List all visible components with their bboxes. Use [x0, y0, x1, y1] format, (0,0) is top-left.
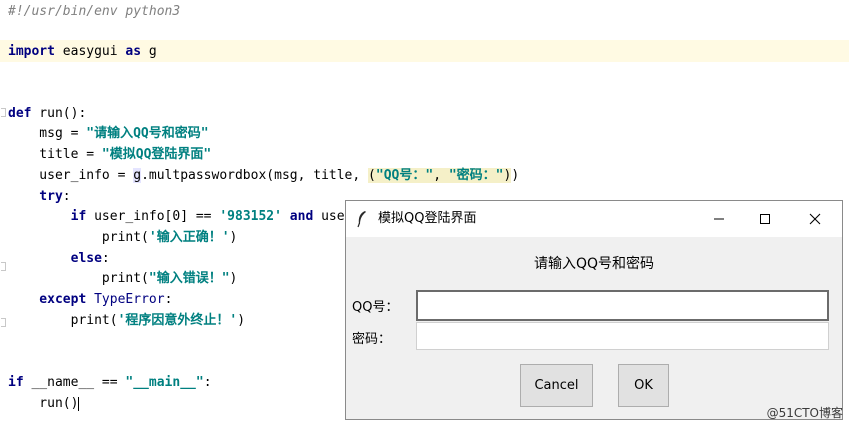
ok-button[interactable]: OK	[618, 364, 669, 407]
code-line: print('程序因意外终止！')	[8, 310, 245, 331]
code-line: if __name__ == "__main__":	[8, 372, 212, 393]
string-token: "密码："	[448, 168, 504, 183]
code-token: g	[141, 44, 157, 59]
code-token: msg =	[8, 126, 87, 141]
close-icon	[809, 213, 821, 225]
code-token: run()	[8, 396, 79, 411]
keyword-token: if	[8, 375, 24, 390]
code-token: __name__ ==	[23, 375, 126, 390]
close-button[interactable]	[792, 201, 838, 237]
keyword-token: def	[8, 106, 32, 121]
code-token: print(	[8, 271, 149, 286]
code-line: run()	[8, 393, 80, 414]
code-line: if user_info[0] == '983152' and user_i	[8, 206, 368, 227]
keyword-token: as	[125, 44, 142, 59]
dialog-title: 模拟QQ登陆界面	[378, 211, 477, 226]
maximize-button[interactable]	[742, 201, 788, 237]
keyword-token: and	[289, 209, 314, 224]
string-token: '程序因意外终止！'	[117, 313, 238, 328]
text-caret	[78, 396, 80, 411]
keyword-token: else	[8, 251, 102, 266]
feather-icon	[357, 211, 366, 228]
code-token: )	[229, 230, 238, 245]
code-line: import easygui as g	[8, 41, 157, 62]
code-token: ,	[433, 168, 449, 183]
cancel-button[interactable]: Cancel	[520, 364, 593, 407]
keyword-token: try	[8, 189, 63, 204]
fold-marker[interactable]	[1, 262, 6, 271]
code-token: g	[133, 168, 142, 183]
code-token: :	[164, 292, 173, 307]
code-line: try:	[8, 186, 71, 207]
code-token: .multpasswordbox(msg, title,	[141, 168, 369, 183]
code-line: except TypeError:	[8, 289, 172, 310]
code-token: title =	[8, 147, 102, 162]
watermark: @51CTO博客	[766, 406, 843, 420]
string-token: "输入错误！"	[148, 271, 230, 286]
code-line: user_info = g.multpasswordbox(msg, title…	[8, 165, 519, 186]
code-token: run():	[31, 106, 87, 121]
code-token: print(	[8, 230, 149, 245]
code-line: print('输入正确！')	[8, 227, 237, 248]
keyword-token: import	[8, 44, 55, 59]
code-line: def run():	[8, 103, 86, 124]
code-token: easygui	[54, 44, 126, 59]
code-token: :	[62, 189, 71, 204]
keyword-token: except	[8, 292, 87, 307]
code-line: else:	[8, 248, 110, 269]
code-token: )	[511, 168, 520, 183]
code-line: print("输入错误！")	[8, 268, 237, 289]
password-label: 密码：	[352, 332, 392, 347]
code-token: )	[237, 313, 246, 328]
code-token: user_info[0] ==	[86, 209, 220, 224]
password-input[interactable]	[416, 322, 829, 350]
code-token: print(	[8, 313, 118, 328]
code-line: msg = "请输入QQ号和密码"	[8, 123, 209, 144]
password-dialog: 模拟QQ登陆界面 请输入QQ号和密码 QQ号： 密码： Cancel OK	[345, 200, 843, 420]
code-token: )	[229, 271, 238, 286]
dialog-message: 请输入QQ号和密码	[533, 256, 655, 272]
string-token: "QQ号："	[375, 168, 434, 183]
string-token: "模拟QQ登陆界面"	[101, 147, 212, 162]
minimize-button[interactable]	[696, 201, 742, 237]
minimize-icon	[714, 218, 724, 220]
fold-gutter	[0, 0, 8, 426]
string-token: '输入正确！'	[148, 230, 230, 245]
maximize-icon	[760, 214, 770, 224]
code-token: :	[203, 375, 212, 390]
code-token: :	[101, 251, 110, 266]
qq-number-label: QQ号：	[352, 300, 399, 315]
fold-marker[interactable]	[1, 318, 6, 327]
qq-number-input[interactable]	[416, 290, 829, 321]
code-token: (	[368, 168, 376, 183]
string-token: '983152'	[219, 209, 282, 224]
code-line: title = "模拟QQ登陆界面"	[8, 144, 211, 165]
code-line: #!/usr/bin/env python3	[8, 1, 180, 22]
string-token: "__main__"	[125, 375, 204, 390]
code-token: user_info =	[8, 168, 134, 183]
dialog-titlebar[interactable]: 模拟QQ登陆界面	[346, 201, 842, 237]
string-token: "请输入QQ号和密码"	[86, 126, 209, 141]
tuple-argument: ("QQ号：", "密码：")	[368, 168, 512, 183]
fold-marker[interactable]	[1, 108, 6, 117]
class-token: TypeError	[86, 292, 165, 307]
keyword-token: if	[70, 209, 87, 224]
comment-token: #!/usr/bin/env python3	[8, 4, 181, 19]
